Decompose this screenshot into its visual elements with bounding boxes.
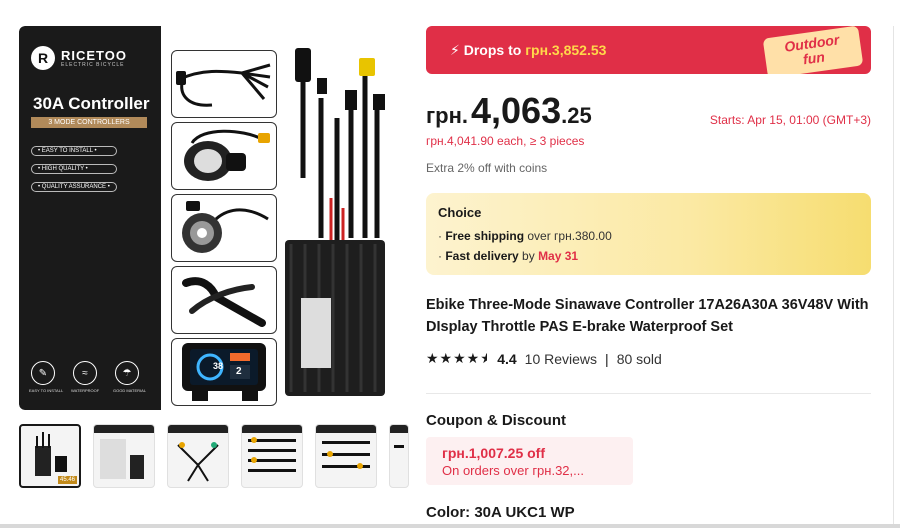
product-title: Ebike Three-Mode Sinawave Controller 17A… xyxy=(426,297,869,335)
badge-easy-install: ✎ EASY TO INSTALL xyxy=(29,361,63,393)
pas-sensor-image xyxy=(171,194,277,262)
badge-row: ✎ EASY TO INSTALL ≈ WATERPROOF ☂ GOOD MA… xyxy=(29,361,146,393)
color-selection-label: Color: 30A UKC1 WP xyxy=(426,504,575,521)
image-headline: 30A Controller xyxy=(33,94,150,113)
thumbnail-strip: 45.46 xyxy=(19,424,409,488)
star-rating-icon: ★★★★★ xyxy=(426,350,487,366)
coupon-card[interactable]: грн.1,007.25 off On orders over грн.32,.… xyxy=(426,437,633,485)
rating-row: ★★★★★ 4.4 10 Reviews | 80 sold xyxy=(426,350,662,367)
price-main: 4,063 xyxy=(471,90,562,131)
lightning-icon: ⚡ xyxy=(450,42,460,58)
display-speed: 38 xyxy=(213,361,224,371)
coupon-amount: грн.1,007.25 off xyxy=(442,445,545,461)
thumbnail-2[interactable] xyxy=(93,424,155,488)
brand-subtitle: ELECTRIC BICYCLE xyxy=(61,61,125,68)
outdoor-fun-tag: Outdoor fun xyxy=(762,26,864,74)
bottom-scrollbar[interactable] xyxy=(0,524,900,528)
price-drop-amount: грн.3,852.53 xyxy=(525,42,607,58)
feature-list: • EASY TO INSTALL • • HIGH QUALITY • • Q… xyxy=(31,146,117,200)
brand-logo-icon: R xyxy=(31,46,55,70)
badge-good-material: ☂ GOOD MATERIAL xyxy=(113,361,146,393)
price-drop-prefix: Drops to xyxy=(463,42,522,58)
brand-name: RICETOO xyxy=(61,47,127,63)
thumbnail-5[interactable] xyxy=(315,424,377,488)
current-price: грн. 4,063 .25 xyxy=(426,90,592,132)
bulk-price: грн.4,041.90 each, ≥ 3 pieces xyxy=(426,134,585,148)
price-cents: .25 xyxy=(561,103,592,128)
thumbnail-label: 45.46 xyxy=(57,476,77,484)
rating-divider: | xyxy=(605,350,609,367)
product-gallery: R RICETOO ELECTRIC BICYCLE 30A Controlle… xyxy=(19,26,399,410)
sold-count: 80 sold xyxy=(616,350,662,367)
umbrella-icon: ☂ xyxy=(115,361,139,385)
thumbnail-3[interactable] xyxy=(167,424,229,488)
panel-edge xyxy=(893,26,894,526)
accessory-column: 38 2 xyxy=(171,50,277,410)
thumbnail-1[interactable]: 45.46 xyxy=(19,424,81,488)
choice-title: Choice xyxy=(438,205,482,220)
brand-logo: R RICETOO ELECTRIC BICYCLE xyxy=(31,46,127,70)
coins-discount: Extra 2% off with coins xyxy=(426,161,548,175)
mode-label: 3 MODE CONTROLLERS xyxy=(31,117,147,128)
cable-harness-image xyxy=(171,50,277,118)
reviews-link[interactable]: 10 Reviews xyxy=(525,351,597,367)
controller-unit-image xyxy=(281,48,391,398)
free-shipping-line: · Free shipping over грн.380.00 xyxy=(438,229,612,243)
thumbnail-4[interactable] xyxy=(241,424,303,488)
display-image: 38 2 xyxy=(171,338,277,406)
thumbnail-6[interactable] xyxy=(389,424,409,488)
rating-score: 4.4 xyxy=(497,350,517,367)
feature-item: • EASY TO INSTALL • xyxy=(31,146,117,156)
throttle-image xyxy=(171,122,277,190)
coupon-heading: Coupon & Discount xyxy=(426,412,566,429)
brake-lever-image xyxy=(171,266,277,334)
display-level: 2 xyxy=(236,366,242,377)
badge-waterproof: ≈ WATERPROOF xyxy=(71,361,99,393)
price-drop-banner: ⚡ Drops to грн.3,852.53 Outdoor fun xyxy=(426,26,871,74)
section-divider xyxy=(426,393,871,394)
waterproof-icon: ≈ xyxy=(73,361,97,385)
coupon-condition: On orders over грн.32,... xyxy=(442,463,584,478)
choice-box[interactable]: Choice · Free shipping over грн.380.00 ·… xyxy=(426,193,871,275)
price-currency: грн. xyxy=(426,103,469,128)
wrench-icon: ✎ xyxy=(31,361,55,385)
sale-start-time: Starts: Apr 15, 01:00 (GMT+3) xyxy=(709,113,871,127)
feature-item: • QUALITY ASSURANCE • xyxy=(31,182,117,192)
feature-item: • HIGH QUALITY • xyxy=(31,164,117,174)
price-drop-text: ⚡ Drops to грн.3,852.53 xyxy=(450,42,606,59)
fast-delivery-line: · Fast delivery by May 31 xyxy=(438,249,579,263)
main-product-image[interactable]: R RICETOO ELECTRIC BICYCLE 30A Controlle… xyxy=(19,26,399,410)
brand-panel: R RICETOO ELECTRIC BICYCLE 30A Controlle… xyxy=(19,26,161,410)
